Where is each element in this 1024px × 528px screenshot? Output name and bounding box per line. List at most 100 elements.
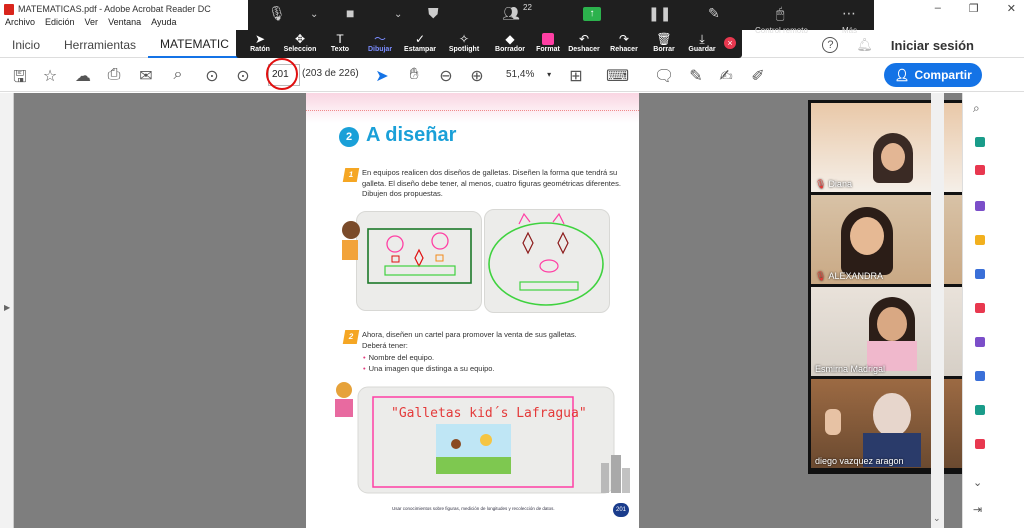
- highlight-pen-icon[interactable]: ✎: [686, 66, 706, 86]
- minimize-button[interactable]: –: [935, 2, 941, 15]
- spotlight-icon: ✧: [458, 32, 470, 46]
- fill-sign-icon[interactable]: [975, 337, 985, 347]
- login-button[interactable]: Iniciar sesión: [891, 38, 974, 53]
- scroll-mode-icon[interactable]: ⌨︎: [606, 66, 629, 86]
- share-button[interactable]: 👤︎ Compartir: [884, 63, 982, 87]
- tool-borrador[interactable]: ◆ Borrador: [490, 32, 530, 53]
- menu-edicion[interactable]: Edición: [45, 17, 75, 31]
- help-icon[interactable]: ?: [822, 37, 839, 53]
- window-controls: – ❐ ✕: [935, 2, 1016, 15]
- page-footer: Usar conocimientos sobre figuras, medici…: [392, 506, 555, 511]
- organize-icon[interactable]: [975, 303, 985, 313]
- tool-estampar[interactable]: ✓ Estampar: [400, 32, 440, 53]
- left-panel-toggle[interactable]: ▶: [0, 93, 14, 528]
- comment-icon[interactable]: 🗨︎: [654, 66, 674, 86]
- prev-page-icon[interactable]: ⊙: [202, 66, 222, 86]
- participant-name: diego vazquez aragon: [815, 456, 904, 466]
- more-icon[interactable]: ⋯: [842, 5, 856, 22]
- mouse-icon[interactable]: 🖱︎: [776, 5, 784, 22]
- participant-tile[interactable]: diego vazquez aragon: [811, 379, 973, 468]
- tool-texto[interactable]: T Texto: [320, 32, 360, 53]
- screen: MATEMATICAS.pdf - Adobe Acrobat Reader D…: [0, 0, 1024, 528]
- star-icon[interactable]: ☆: [40, 66, 60, 86]
- tab-document[interactable]: MATEMATIC: [148, 32, 241, 58]
- video-camera-icon[interactable]: ■: [346, 5, 354, 21]
- participant-tile[interactable]: 🎙︎ ALEXANDRA: [811, 195, 973, 284]
- tool-rehacer[interactable]: ↷ Rehacer: [604, 32, 644, 53]
- upload-cloud-icon[interactable]: ☁︎: [73, 66, 93, 86]
- collapse-rail-icon[interactable]: ⇥: [973, 503, 982, 516]
- bullet-item: Nombre del equipo.: [363, 353, 434, 362]
- tool-format[interactable]: Format: [528, 32, 568, 53]
- chevron-down-icon[interactable]: ⌄: [310, 9, 318, 20]
- download-icon: ⤓: [699, 32, 705, 46]
- muted-mic-icon: 🎙︎: [815, 271, 827, 281]
- scan-icon[interactable]: [975, 405, 985, 415]
- share-screen-icon[interactable]: ↑: [583, 7, 601, 21]
- menu-ventana[interactable]: Ventana: [108, 17, 141, 31]
- design-drawings: [335, 212, 630, 494]
- microphone-icon[interactable]: 🎙︎: [268, 5, 286, 22]
- remote-control-label[interactable]: Control remoto: [755, 26, 808, 35]
- participants-icon[interactable]: 👥︎: [502, 5, 520, 22]
- fit-page-icon[interactable]: ⊞: [566, 66, 586, 86]
- building-icon: [622, 468, 630, 493]
- redo-icon: ↷: [618, 32, 630, 46]
- hand-icon[interactable]: ✋︎: [404, 66, 424, 84]
- export-pdf-icon[interactable]: [975, 137, 985, 147]
- sign-icon[interactable]: ✐: [748, 66, 768, 86]
- vertical-scrollbar[interactable]: ⌄: [931, 93, 944, 528]
- next-page-icon[interactable]: ⊙: [233, 66, 253, 86]
- participant-tile[interactable]: 🎙︎ Diana: [811, 103, 973, 192]
- combine-icon[interactable]: [975, 269, 985, 279]
- print-icon[interactable]: ⎙: [104, 66, 124, 84]
- tool-raton[interactable]: ➤ Ratón: [240, 32, 280, 53]
- cookie1-eye-left: [386, 235, 404, 253]
- tool-seleccion[interactable]: ✥ Seleccion: [280, 32, 320, 53]
- email-icon[interactable]: ✉︎: [136, 66, 156, 86]
- shield-icon[interactable]: ⛊: [428, 5, 439, 22]
- add-user-icon: 👤︎: [894, 68, 910, 82]
- protect-icon[interactable]: [975, 371, 985, 381]
- comment-tool-icon[interactable]: [975, 235, 985, 245]
- participant-tile[interactable]: Esmirna Madrigal: [811, 287, 973, 376]
- window-title: MATEMATICAS.pdf - Adobe Acrobat Reader D…: [18, 4, 211, 14]
- edit-pdf-icon[interactable]: [975, 201, 985, 211]
- close-button[interactable]: ✕: [1007, 2, 1016, 15]
- save-icon[interactable]: 🖫︎: [10, 66, 30, 93]
- tool-dibujar[interactable]: 〜 Dibujar: [360, 32, 400, 53]
- create-pdf-icon[interactable]: [975, 165, 985, 175]
- poster-title: "Galletas kid´s Lafragua": [391, 406, 587, 421]
- chevron-down-icon[interactable]: ⌄: [933, 513, 941, 524]
- close-annotation-icon[interactable]: ×: [724, 37, 736, 49]
- zoom-search-icon[interactable]: ⌕: [168, 66, 188, 84]
- page-number-badge: 201: [613, 503, 629, 517]
- pen-icon[interactable]: ✎: [708, 5, 720, 22]
- tool-spotlight[interactable]: ✧ Spotlight: [444, 32, 484, 53]
- zoom-out-icon[interactable]: ⊖: [436, 66, 456, 86]
- search-icon[interactable]: ⌕: [973, 101, 980, 116]
- tab-inicio[interactable]: Inicio: [0, 32, 52, 58]
- undo-icon: ↶: [578, 32, 590, 46]
- menu-archivo[interactable]: Archivo: [5, 17, 35, 31]
- more-label[interactable]: Más: [842, 26, 857, 35]
- building-icon: [611, 455, 621, 493]
- more-tools-icon[interactable]: [975, 439, 985, 449]
- tab-herramientas[interactable]: Herramientas: [52, 32, 148, 58]
- chevron-down-icon[interactable]: ⌄: [973, 476, 982, 489]
- draw-icon[interactable]: ✍︎: [716, 66, 736, 86]
- tool-borrar[interactable]: 🗑︎ Borrar: [644, 32, 684, 53]
- menu-ver[interactable]: Ver: [85, 17, 99, 31]
- tool-guardar[interactable]: ⤓ Guardar: [682, 32, 722, 53]
- maximize-button[interactable]: ❐: [969, 2, 979, 15]
- bell-icon[interactable]: 🔔︎: [856, 37, 873, 53]
- cursor-icon[interactable]: ➤: [372, 66, 392, 86]
- menu-ayuda[interactable]: Ayuda: [151, 17, 176, 31]
- zoom-in-icon[interactable]: ⊕: [467, 66, 487, 86]
- participant-name: Esmirna Madrigal: [815, 364, 886, 374]
- tool-deshacer[interactable]: ↶ Deshacer: [564, 32, 604, 53]
- zoom-select[interactable]: 51,4% ▾: [494, 64, 552, 86]
- chevron-down-icon[interactable]: ⌄: [394, 9, 402, 20]
- pause-icon[interactable]: ❚❚: [648, 5, 671, 22]
- cookie2-eye-right: [557, 231, 569, 255]
